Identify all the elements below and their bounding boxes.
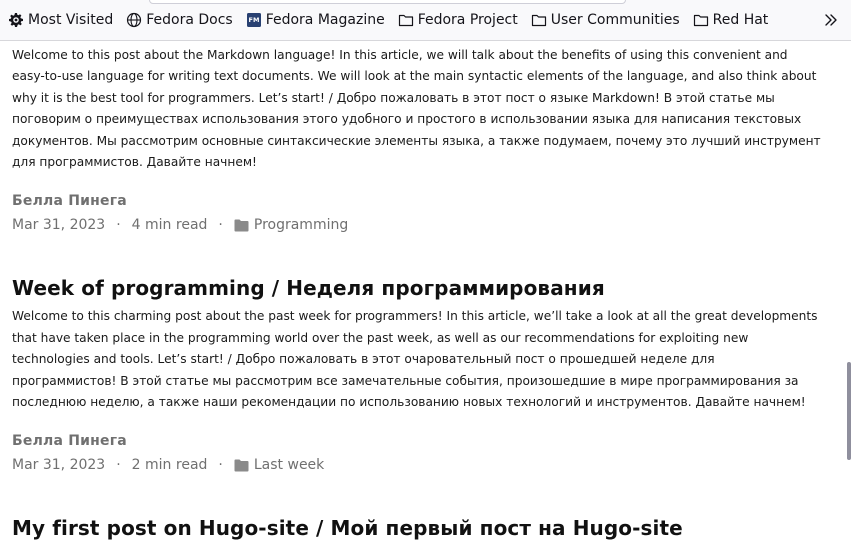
post-item: Welcome to this post about the Markdown … (12, 45, 822, 233)
meta-separator: · (218, 457, 223, 474)
post-description: Welcome to this charming post about the … (12, 309, 818, 410)
bookmark-label: Fedora Magazine (265, 12, 385, 28)
post-item: My first post on Hugo-site / Мой первый … (12, 516, 822, 540)
bookmark-red-hat[interactable]: Red Hat (693, 8, 769, 32)
page-scrollbar[interactable] (847, 362, 851, 460)
post-description: Welcome to this post about the Markdown … (12, 48, 821, 170)
meta-separator: · (116, 217, 121, 234)
gear-icon (8, 12, 24, 28)
folder-icon (693, 12, 709, 28)
bookmark-label: Red Hat (712, 12, 769, 28)
post-author: Белла Пинега (12, 433, 127, 450)
bookmarks-toolbar: Most Visited Fedora Docs FM Fedora Magaz… (0, 0, 851, 41)
post-meta: Mar 31, 2023 · 4 min read · Programming (12, 217, 822, 233)
bookmark-most-visited[interactable]: Most Visited (8, 8, 113, 32)
chevron-double-right-icon[interactable] (823, 12, 839, 28)
post-title-link[interactable]: Week of programming / Неделя программиро… (12, 276, 822, 300)
post-meta: Mar 31, 2023 · 2 min read · Last week (12, 457, 822, 473)
bookmark-fedora-project[interactable]: Fedora Project (398, 8, 518, 32)
fedora-magazine-icon: FM (246, 12, 262, 28)
bookmark-fedora-docs[interactable]: Fedora Docs (126, 8, 233, 32)
post-category-link[interactable]: Last week (254, 457, 324, 473)
globe-icon (126, 12, 142, 28)
folder-icon (234, 219, 249, 232)
folder-icon (398, 12, 414, 28)
folder-icon (234, 459, 249, 472)
bookmark-label: Fedora Project (417, 12, 518, 28)
svg-text:FM: FM (248, 16, 259, 24)
url-bar[interactable] (149, 0, 626, 4)
post-read-time: 4 min read (131, 217, 208, 234)
bookmark-fedora-magazine[interactable]: FM Fedora Magazine (246, 8, 385, 32)
post-title-link[interactable]: My first post on Hugo-site / Мой первый … (12, 516, 822, 540)
post-read-time: 2 min read (131, 457, 208, 474)
post-author: Белла Пинега (12, 193, 127, 210)
post-category-link[interactable]: Programming (254, 217, 348, 233)
post-item: Week of programming / Неделя программиро… (12, 276, 822, 473)
bookmark-label: User Communities (550, 12, 680, 28)
meta-separator: · (116, 457, 121, 474)
post-date: Mar 31, 2023 (12, 217, 106, 234)
folder-icon (531, 12, 547, 28)
bookmark-user-communities[interactable]: User Communities (531, 8, 680, 32)
post-date: Mar 31, 2023 (12, 457, 106, 474)
meta-separator: · (218, 217, 223, 234)
post-list: Welcome to this post about the Markdown … (12, 41, 822, 546)
bookmark-label: Fedora Docs (146, 12, 233, 28)
bookmark-label: Most Visited (28, 12, 114, 28)
